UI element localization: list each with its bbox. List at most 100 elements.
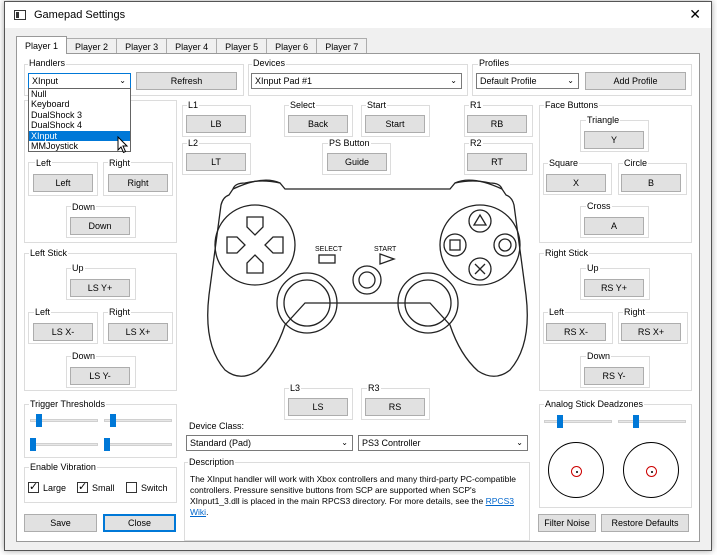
mouse-cursor-icon [117,136,129,154]
tab-player-2[interactable]: Player 2 [66,38,118,54]
dpad-left-shape [226,236,246,254]
description-text: The XInput handler will work with Xbox c… [190,474,520,518]
tab-player-6[interactable]: Player 6 [266,38,318,54]
r1-button[interactable]: RB [467,115,527,133]
dpad-right-label: Right [108,158,132,168]
rs-right-button[interactable]: RS X+ [621,323,681,341]
vibration-small-checkbox[interactable]: Small [77,480,115,493]
chevron-down-icon: ⌄ [450,76,457,85]
ls-down-button[interactable]: LS Y- [70,367,130,385]
rs-left-button[interactable]: RS X- [546,323,606,341]
select-button[interactable]: Back [288,115,348,133]
handler-option[interactable]: DualShock 3 [29,110,130,120]
device-class-label: Device Class: [188,421,246,431]
deadzones-label: Analog Stick Deadzones [544,399,645,409]
profiles-label: Profiles [478,58,511,68]
save-button[interactable]: Save [24,514,97,532]
start-text: START [374,246,397,253]
start-button[interactable]: Start [365,115,425,133]
rs-down-button[interactable]: RS Y- [584,367,644,385]
device-type-value: PS3 Controller [362,438,421,448]
filter-noise-button[interactable]: Filter Noise [538,514,596,532]
handler-select-value: XInput [32,76,59,86]
ls-left-button[interactable]: LS X- [33,323,93,341]
handler-select[interactable]: XInput ⌄ [28,73,131,89]
r3-button[interactable]: RS [365,398,425,416]
tab-player-1[interactable]: Player 1 [16,36,68,54]
r2-threshold-slider-2[interactable] [104,438,110,451]
close-icon[interactable]: ✕ [689,6,701,23]
tab-player-5[interactable]: Player 5 [216,38,268,54]
dpad-left-button[interactable]: Left [33,174,93,192]
chevron-down-icon: ⌄ [119,76,126,85]
chevron-down-icon: ⌄ [341,438,348,447]
r2-threshold-slider[interactable] [110,414,116,427]
l2-label: L2 [187,138,200,148]
handler-option[interactable]: DualShock 4 [29,120,130,130]
device-class-value: Standard (Pad) [190,438,252,448]
triangle-face-shape [472,213,488,226]
dpad-up-shape [246,216,264,236]
close-button[interactable]: Close [103,514,176,532]
description-label: Description [188,457,236,467]
face-buttons-label: Face Buttons [544,100,600,110]
profile-select[interactable]: Default Profile ⌄ [476,73,579,89]
tab-player-7[interactable]: Player 7 [316,38,368,54]
rs-up-button[interactable]: RS Y+ [584,279,644,297]
chevron-down-icon: ⌄ [516,438,523,447]
start-label: Start [366,100,388,110]
handler-option[interactable]: MMJoystick [29,141,130,151]
ps-label: PS Button [328,138,371,148]
r2-threshold-track-2 [104,443,172,446]
cross-face-shape [474,263,486,275]
l2-threshold-slider[interactable] [36,414,42,427]
checkbox-unchecked-icon [126,482,137,493]
square-button[interactable]: X [546,174,606,192]
add-profile-button[interactable]: Add Profile [585,72,686,90]
ls-up-button[interactable]: LS Y+ [70,279,130,297]
ls-right-button[interactable]: LS X+ [108,323,168,341]
chevron-down-icon: ⌄ [567,76,574,85]
circle-button[interactable]: B [621,174,681,192]
l1-button[interactable]: LB [186,115,246,133]
cross-button[interactable]: A [584,217,644,235]
rs-deadzone-track [618,420,686,423]
dpad-right-button[interactable]: Right [108,174,168,192]
title-bar: Gamepad Settings ✕ [5,2,711,28]
refresh-button[interactable]: Refresh [136,72,237,90]
ls-deadzone-slider[interactable] [557,415,563,428]
device-type-select[interactable]: PS3 Controller ⌄ [358,435,528,451]
ls-deadzone-track [544,420,612,423]
ps-button[interactable]: Guide [327,153,387,171]
handler-option[interactable]: Keyboard [29,99,130,109]
triangle-button[interactable]: Y [584,131,644,149]
vibration-large-checkbox[interactable]: Large [28,480,66,493]
ls-down-label: Down [71,351,97,361]
restore-defaults-button[interactable]: Restore Defaults [601,514,689,532]
trigger-thresholds-group [24,404,177,458]
tab-player-4[interactable]: Player 4 [166,38,218,54]
window-title: Gamepad Settings [34,9,126,21]
dpad-right-shape [264,236,284,254]
rs-deadzone-slider[interactable] [633,415,639,428]
device-class-select[interactable]: Standard (Pad) ⌄ [186,435,353,451]
l2-button[interactable]: LT [186,153,246,171]
handler-option[interactable]: Null [29,89,130,99]
device-select[interactable]: XInput Pad #1 ⌄ [251,73,462,89]
square-label: Square [548,158,580,168]
handler-option-selected[interactable]: XInput [29,130,130,141]
dpad-down-shape [246,254,264,274]
profile-select-value: Default Profile [480,76,537,86]
tab-player-3[interactable]: Player 3 [116,38,168,54]
triangle-label: Triangle [586,115,621,125]
dpad-down-button[interactable]: Down [70,217,130,235]
vibration-switch-checkbox[interactable]: Switch [126,482,168,493]
l3-button[interactable]: LS [288,398,348,416]
r2-button[interactable]: RT [467,153,527,171]
devices-label: Devices [252,58,287,68]
description-body: The XInput handler will work with Xbox c… [190,474,516,506]
vibration-switch-text: Switch [141,482,168,493]
ls-deadzone-preview [548,442,604,498]
dpad-left-label: Left [35,158,53,168]
l2-threshold-slider-2[interactable] [30,438,36,451]
